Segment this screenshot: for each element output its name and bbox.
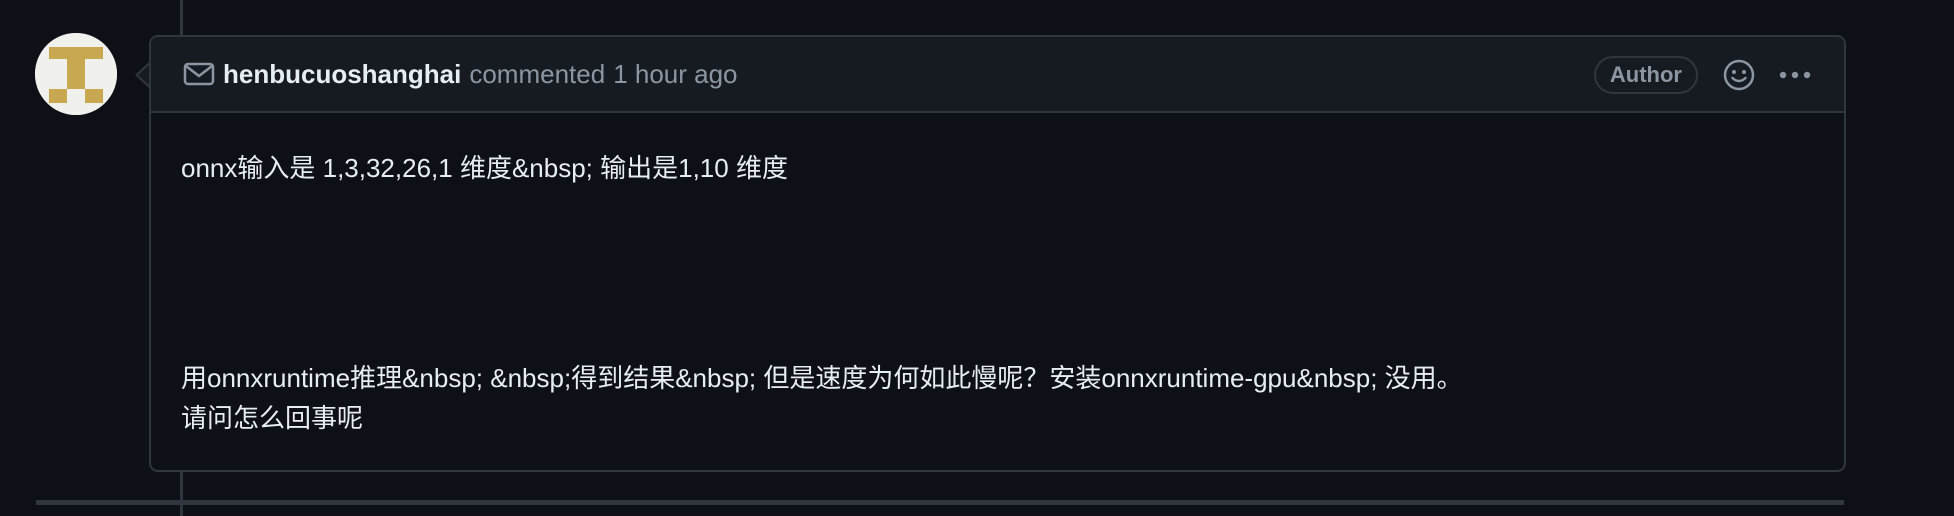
- comment-timestamp-link[interactable]: 1 hour ago: [613, 59, 737, 90]
- comment-action-label: commented: [469, 58, 606, 89]
- comment-line: 请问怎么回事呢: [181, 403, 364, 433]
- comment-paragraph: onnx输入是 1,3,32,26,1 维度&nbsp; 输出是1,10 维度: [181, 153, 788, 183]
- author-link[interactable]: henbucuoshanghai: [223, 59, 461, 90]
- comment-header-actions: Author: [1593, 37, 1812, 113]
- identicon-image: [35, 33, 117, 115]
- comment-header: henbucuoshanghai commented 1 hour ago Au…: [151, 37, 1844, 113]
- author-badge: Author: [1593, 56, 1698, 94]
- mail-icon: [183, 61, 215, 87]
- avatar[interactable]: [35, 33, 117, 115]
- timeline-divider: [36, 500, 1844, 505]
- comment-paragraph: 用onnxruntime推理&nbsp; &nbsp;得到结果&nbsp; 但是…: [181, 358, 1463, 438]
- kebab-horizontal-icon[interactable]: [1778, 70, 1812, 80]
- smiley-icon[interactable]: [1722, 58, 1756, 92]
- comment-box: henbucuoshanghai commented 1 hour ago Au…: [149, 35, 1846, 472]
- comment-line: 用onnxruntime推理&nbsp; &nbsp;得到结果&nbsp; 但是…: [181, 363, 1463, 393]
